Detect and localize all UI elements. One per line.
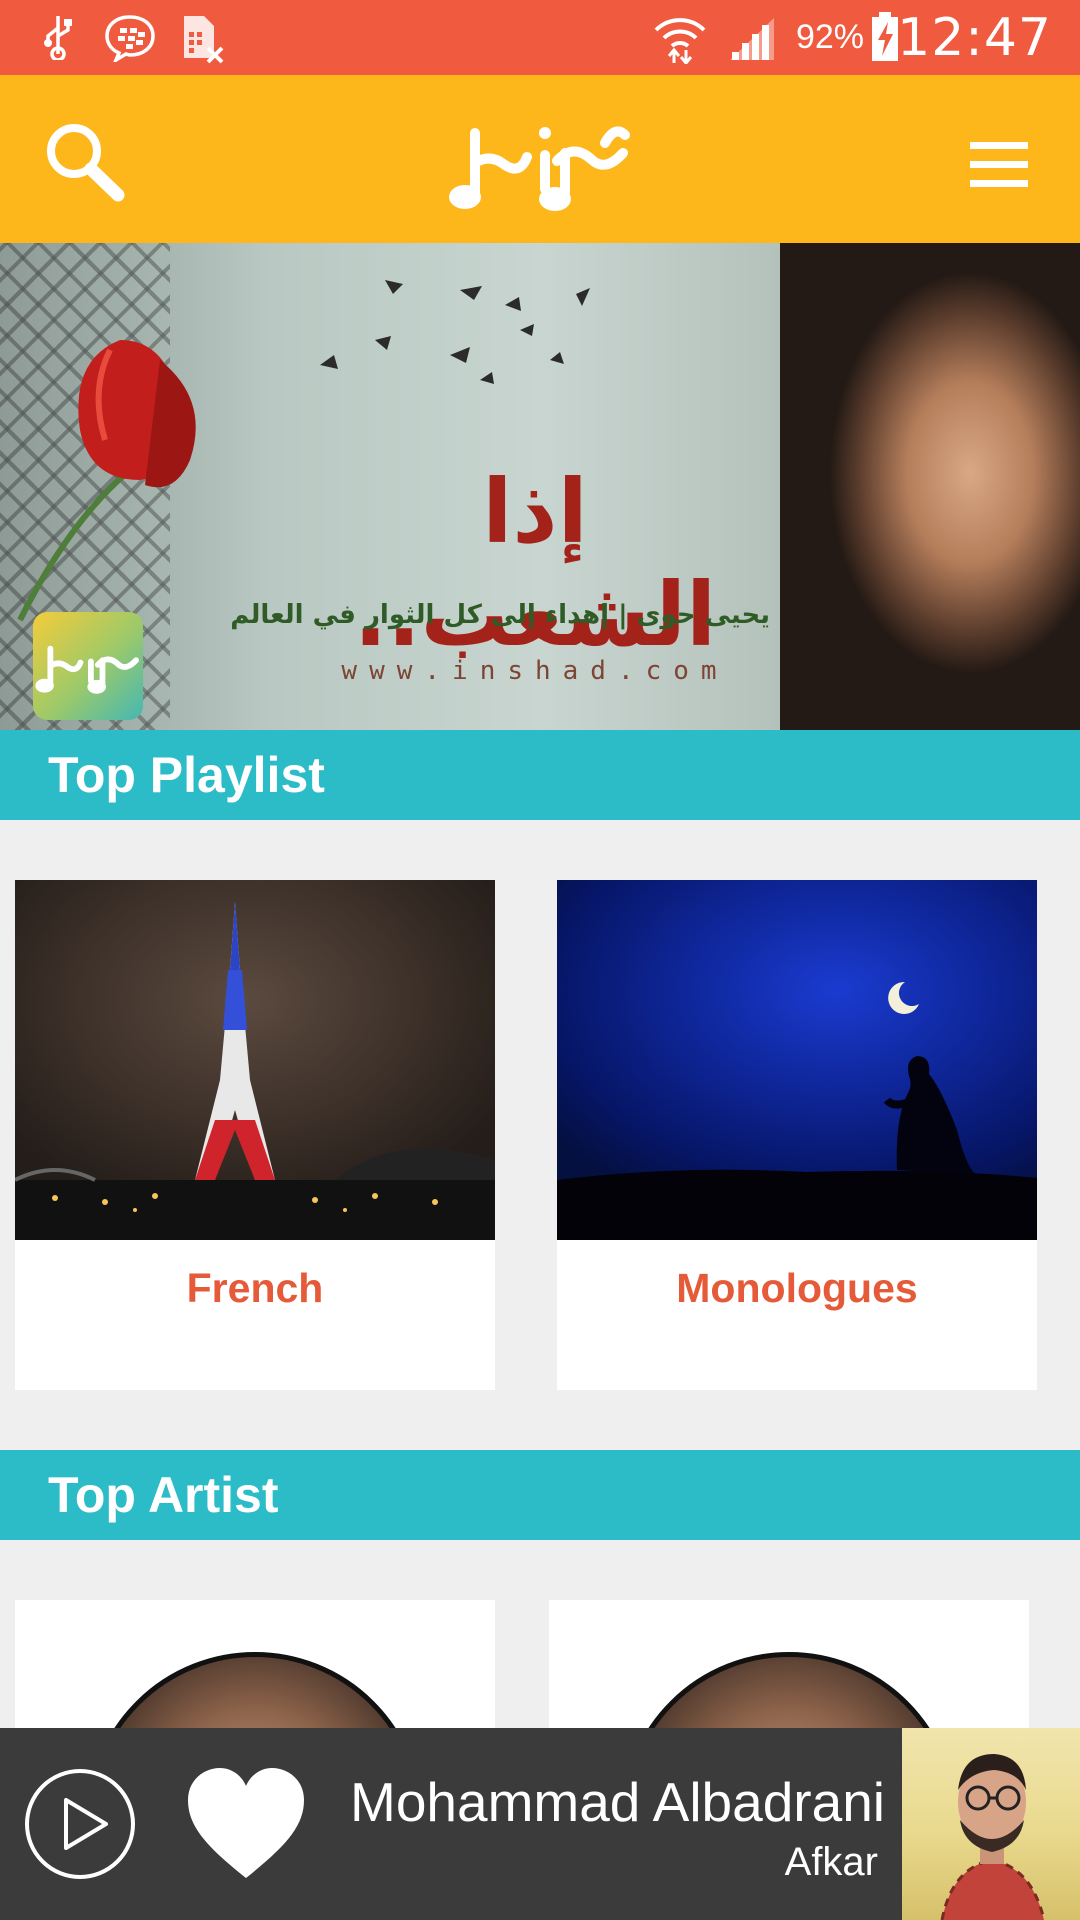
- no-sim-icon: [184, 16, 224, 64]
- banner-subtitle: يحيى حوى | إهداء إلى كل الثوار في العالم: [230, 600, 770, 630]
- playlist-label: French: [186, 1265, 324, 1311]
- playlist-card-monologues[interactable]: Monologues: [557, 880, 1037, 1390]
- wifi-icon: [654, 18, 706, 64]
- playlist-thumbnail: [15, 880, 495, 1240]
- section-title: Top Playlist: [48, 747, 325, 803]
- usb-icon: [44, 16, 72, 60]
- section-title: Top Artist: [48, 1467, 279, 1523]
- banner-url: www.inshad.com: [341, 656, 729, 686]
- mazameer-logo[interactable]: [445, 113, 635, 213]
- top-playlist-header[interactable]: Top Playlist: [0, 730, 1080, 820]
- mazameer-logo-small: [35, 645, 139, 694]
- eiffel-tower-image: [15, 902, 495, 1240]
- app-bar: [0, 75, 1080, 243]
- signal-icon: [730, 18, 774, 60]
- banner-title: إذا الشعب..: [353, 460, 717, 666]
- mini-player[interactable]: Mohammad Albadrani Afkar: [0, 1728, 1080, 1920]
- now-playing-artist: Mohammad Albadrani: [350, 1771, 886, 1833]
- banner-artist-photo: [780, 243, 1080, 730]
- status-bar: 92% 12:47: [0, 0, 1080, 75]
- playlist-card-french[interactable]: French: [15, 880, 495, 1390]
- playlist-label: Monologues: [676, 1265, 918, 1311]
- poppy-flower-image: [17, 340, 196, 622]
- clock: 12:47: [897, 8, 1052, 68]
- top-artist-header[interactable]: Top Artist: [0, 1450, 1080, 1540]
- battery-charging-icon: [872, 12, 898, 61]
- search-icon[interactable]: [40, 119, 130, 209]
- artist-cover-photo: [940, 1754, 1046, 1920]
- banner-logo-badge: [33, 612, 143, 720]
- battery-percentage: 92%: [795, 18, 864, 56]
- now-playing-cover-art[interactable]: [902, 1728, 1080, 1920]
- hamburger-menu-icon[interactable]: [960, 130, 1040, 200]
- heart-favorite-icon[interactable]: [186, 1766, 306, 1882]
- praying-silhouette-image: [557, 981, 1037, 1240]
- playlist-thumbnail: [557, 880, 1037, 1240]
- play-icon[interactable]: [22, 1766, 138, 1882]
- now-playing-album: Afkar: [784, 1840, 878, 1884]
- birds-graphic: [320, 280, 590, 384]
- blackberry-messenger-icon: [105, 15, 155, 62]
